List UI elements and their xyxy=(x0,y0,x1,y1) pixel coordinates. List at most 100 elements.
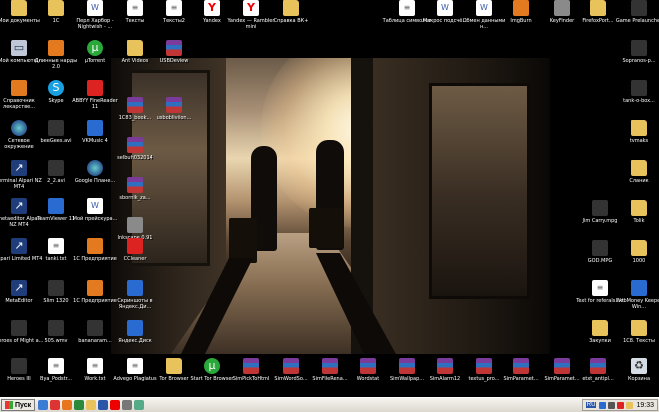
game-icon xyxy=(631,0,647,16)
opera-icon[interactable] xyxy=(50,400,60,410)
desktop-icon-label: Скриншоты в Яндекс.Ди... xyxy=(117,298,153,310)
game-icon xyxy=(11,320,27,336)
book-icon xyxy=(11,80,27,96)
desktop-icon-label: Яндекс.Диск xyxy=(118,338,152,344)
desktop-icon-label: 1C8. Тексты xyxy=(623,338,655,344)
desktop-icon-label: Sopranos-p... xyxy=(622,58,656,64)
desktop-icon-label: Game Prelauncher xyxy=(615,18,659,24)
ccleaner-icon xyxy=(127,238,143,254)
utorrent-icon: µ xyxy=(87,40,103,56)
game-icon xyxy=(631,80,647,96)
disc-icon xyxy=(513,0,529,16)
update-tray-icon[interactable] xyxy=(626,401,634,409)
media-player-icon[interactable] xyxy=(74,400,84,410)
folder-icon xyxy=(592,320,608,336)
desktop-icon-label: tank-o-box... xyxy=(623,98,655,104)
archive-icon xyxy=(590,358,606,374)
firefox-icon[interactable] xyxy=(62,400,72,410)
text-file-icon: ≡ xyxy=(48,358,64,374)
antivirus-tray-icon[interactable] xyxy=(617,401,625,409)
video-icon xyxy=(48,280,64,296)
archive-icon xyxy=(166,97,182,113)
desktop-icon-label: Корзина xyxy=(627,376,651,382)
desktop-icon[interactable]: tvmaks xyxy=(614,120,659,144)
word-icon[interactable] xyxy=(98,400,108,410)
folder-icon xyxy=(631,160,647,176)
desktop-icon[interactable]: Game Prelauncher xyxy=(614,0,659,24)
desktop[interactable]: Мои документы 1C W Перл Харбор - Nightwish … xyxy=(0,0,659,397)
folder-icon xyxy=(48,0,64,16)
recycle-bin-icon: ♻ xyxy=(631,358,647,374)
desktop-icon[interactable]: Sopranos-p... xyxy=(614,40,659,64)
desktop-icon-label: Справка ВК+ xyxy=(273,18,309,24)
desktop-icon[interactable]: usbobliviion... xyxy=(149,97,199,121)
archive-icon xyxy=(554,358,570,374)
explorer-icon[interactable] xyxy=(86,400,96,410)
1c-icon xyxy=(87,280,103,296)
game-icon xyxy=(11,358,27,374)
video-icon xyxy=(87,320,103,336)
archive-icon xyxy=(322,358,338,374)
archive-icon xyxy=(166,40,182,56)
windows-logo-icon xyxy=(5,401,13,409)
vkmusic-icon xyxy=(87,120,103,136)
desktop-icon[interactable]: Яндекс.Диск xyxy=(110,320,160,344)
tray-icons xyxy=(599,401,634,409)
video-icon xyxy=(592,200,608,216)
metatrader-icon: ↗ xyxy=(11,160,27,176)
text-file-icon: ≡ xyxy=(592,280,608,296)
1c-icon xyxy=(87,238,103,254)
advego-icon: ≡ xyxy=(127,358,143,374)
folder-icon xyxy=(631,320,647,336)
metatrader-icon: ↗ xyxy=(11,280,27,296)
desktop-icon[interactable]: Скриншоты в Яндекс.Ди... xyxy=(110,280,160,310)
network-tray-icon[interactable] xyxy=(599,401,607,409)
folder-icon xyxy=(283,0,299,16)
yandex-icon[interactable] xyxy=(110,400,120,410)
desktop-icon-label: Tolik xyxy=(633,218,645,224)
desktop-icon[interactable]: WebMoney Keeper Win... xyxy=(614,280,659,310)
desktop-icon[interactable]: 1C8. Тексты xyxy=(614,320,659,344)
network-icon xyxy=(11,120,27,136)
volume-tray-icon[interactable] xyxy=(608,401,616,409)
desktop-icon[interactable]: selbuh032014 xyxy=(110,137,160,161)
desktop-icon[interactable]: tank-o-box... xyxy=(614,80,659,104)
clock[interactable]: 19:33 xyxy=(636,402,654,409)
show-desktop-icon[interactable] xyxy=(38,400,48,410)
desktop-icon[interactable]: Справка ВК+ xyxy=(266,0,316,24)
webmoney-icon xyxy=(631,280,647,296)
wallpaper-right-window xyxy=(429,83,530,299)
calc-icon[interactable] xyxy=(122,400,132,410)
text-file-icon: ≡ xyxy=(127,0,143,16)
yandex-browser-icon: Y xyxy=(204,0,220,16)
folder-icon xyxy=(166,358,182,374)
game-icon xyxy=(48,40,64,56)
desktop-icon[interactable]: Сланик xyxy=(614,160,659,184)
language-indicator[interactable]: RU xyxy=(585,402,597,408)
desktop-icon-label: WebMoney Keeper Win... xyxy=(615,298,659,310)
archive-icon xyxy=(243,358,259,374)
archive-icon xyxy=(283,358,299,374)
paint-icon[interactable] xyxy=(134,400,144,410)
archive-icon xyxy=(127,97,143,113)
abbyy-icon xyxy=(87,80,103,96)
archive-icon xyxy=(360,358,376,374)
key-icon xyxy=(554,0,570,16)
yandex-browser-icon: Y xyxy=(243,0,259,16)
start-label: Пуск xyxy=(15,401,32,409)
desktop-icon[interactable]: ♻ Корзина xyxy=(614,358,659,382)
document-icon: W xyxy=(87,0,103,16)
desktop-icon[interactable]: USBDeview xyxy=(149,40,199,64)
start-button[interactable]: Пуск xyxy=(1,399,36,411)
desktop-icon[interactable]: 1000 xyxy=(614,240,659,264)
document-icon: W xyxy=(87,198,103,214)
desktop-icon[interactable]: CCleaner xyxy=(110,238,160,262)
desktop-icon[interactable]: Tolik xyxy=(614,200,659,224)
text-file-icon: ≡ xyxy=(48,238,64,254)
metatrader-icon: ↗ xyxy=(11,238,27,254)
archive-icon xyxy=(437,358,453,374)
video-icon xyxy=(48,320,64,336)
yandex-disk-icon xyxy=(127,320,143,336)
video-icon xyxy=(48,120,64,136)
archive-icon xyxy=(127,177,143,193)
